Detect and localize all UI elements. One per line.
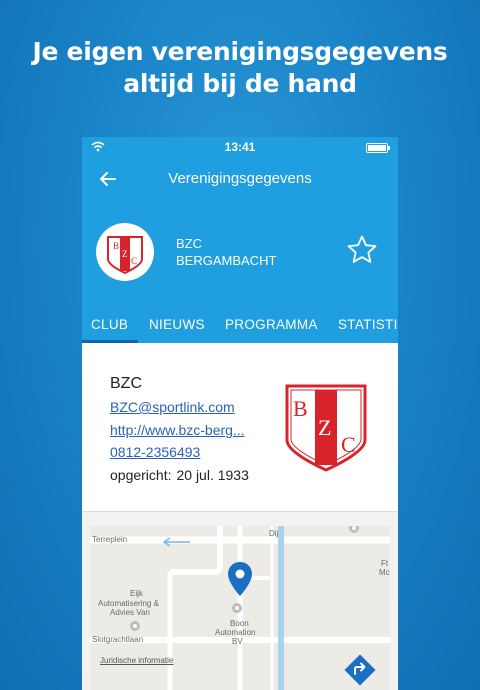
club-header-name-line2: BERGAMBACHT — [176, 253, 277, 268]
app-bar: Verenigingsgegevens — [82, 157, 398, 201]
logo-letter-b: B — [113, 241, 119, 251]
map-label-eijk: Eijk — [130, 589, 143, 598]
map-label-boon-line1: Boon — [230, 619, 249, 628]
club-header-name-line1: BZC — [176, 236, 202, 251]
phone-screen: 13:41 Verenigingsgegevens B Z C BZC BERG… — [82, 137, 398, 690]
map-label-terreplein: Terreplein — [92, 535, 128, 544]
map-pin-icon[interactable] — [227, 561, 253, 597]
map-label-eijk-line2: Automatisering & — [98, 599, 159, 608]
logo-letter-c: C — [131, 256, 137, 266]
map-label-eijk-line1: Eijk — [130, 589, 143, 598]
club-name: BZC — [110, 375, 142, 392]
shield-letter-z: Z — [318, 415, 331, 440]
tab-nieuws[interactable]: NIEUWS — [149, 317, 205, 332]
map-label-slotgrachtlaan: Slotgrachtlaan — [92, 635, 144, 644]
directions-icon[interactable] — [343, 653, 377, 687]
club-logo-shield: B Z C — [285, 384, 367, 472]
promo-headline: Je eigen verenigingsgegevens altijd bij … — [0, 36, 480, 100]
page-title: Verenigingsgegevens — [168, 170, 312, 187]
club-phone-link[interactable]: 0812-2356493 — [110, 444, 200, 460]
map-label-ft-line1: Ft — [381, 559, 389, 568]
logo-letter-z: Z — [122, 249, 128, 259]
club-location-map[interactable]: Terreplein Dij Eijk Automatisering & Adv… — [90, 526, 390, 690]
club-header-name: BZC BERGAMBACHT — [176, 235, 276, 269]
map-label-boon-line2: Automation — [215, 628, 256, 637]
club-logo-avatar: B Z C — [96, 223, 154, 281]
club-info-card: BZC BZC@sportlink.com http://www.bzc-ber… — [82, 343, 398, 512]
status-bar: 13:41 — [82, 137, 398, 157]
map-label-ft-line2: Mc — [379, 568, 390, 577]
shield-letter-b: B — [293, 396, 308, 421]
tab-club[interactable]: CLUB — [91, 317, 128, 332]
club-logo-shield: B Z C — [107, 236, 143, 275]
map-label-boon-line3: BV — [232, 637, 243, 646]
founded-date: 20 jul. 1933 — [176, 467, 249, 483]
club-email-link[interactable]: BZC@sportlink.com — [110, 399, 235, 415]
map-label-eijk-line3: Advies Van — [110, 608, 150, 617]
club-founded: opgericht: 20 jul. 1933 — [110, 467, 249, 483]
tab-bar: CLUB NIEUWS PROGRAMMA STATISTI — [82, 307, 398, 343]
tab-statistieken[interactable]: STATISTI — [338, 317, 398, 332]
status-time: 13:41 — [224, 140, 256, 154]
star-outline-icon[interactable] — [345, 233, 379, 267]
shield-letter-c: C — [341, 432, 356, 457]
promo-headline-line1: Je eigen verenigingsgegevens — [32, 37, 448, 66]
club-website-link[interactable]: http://www.bzc-berg... — [110, 422, 245, 438]
battery-icon — [366, 143, 390, 153]
founded-label: opgericht: — [110, 467, 172, 483]
club-header: B Z C BZC BERGAMBACHT — [82, 201, 398, 307]
map-label-dijk: Dij — [269, 529, 279, 538]
map-legal-link[interactable]: Juridische informatie — [100, 656, 173, 665]
promo-headline-line2: altijd bij de hand — [123, 69, 357, 98]
tab-programma[interactable]: PROGRAMMA — [225, 317, 318, 332]
